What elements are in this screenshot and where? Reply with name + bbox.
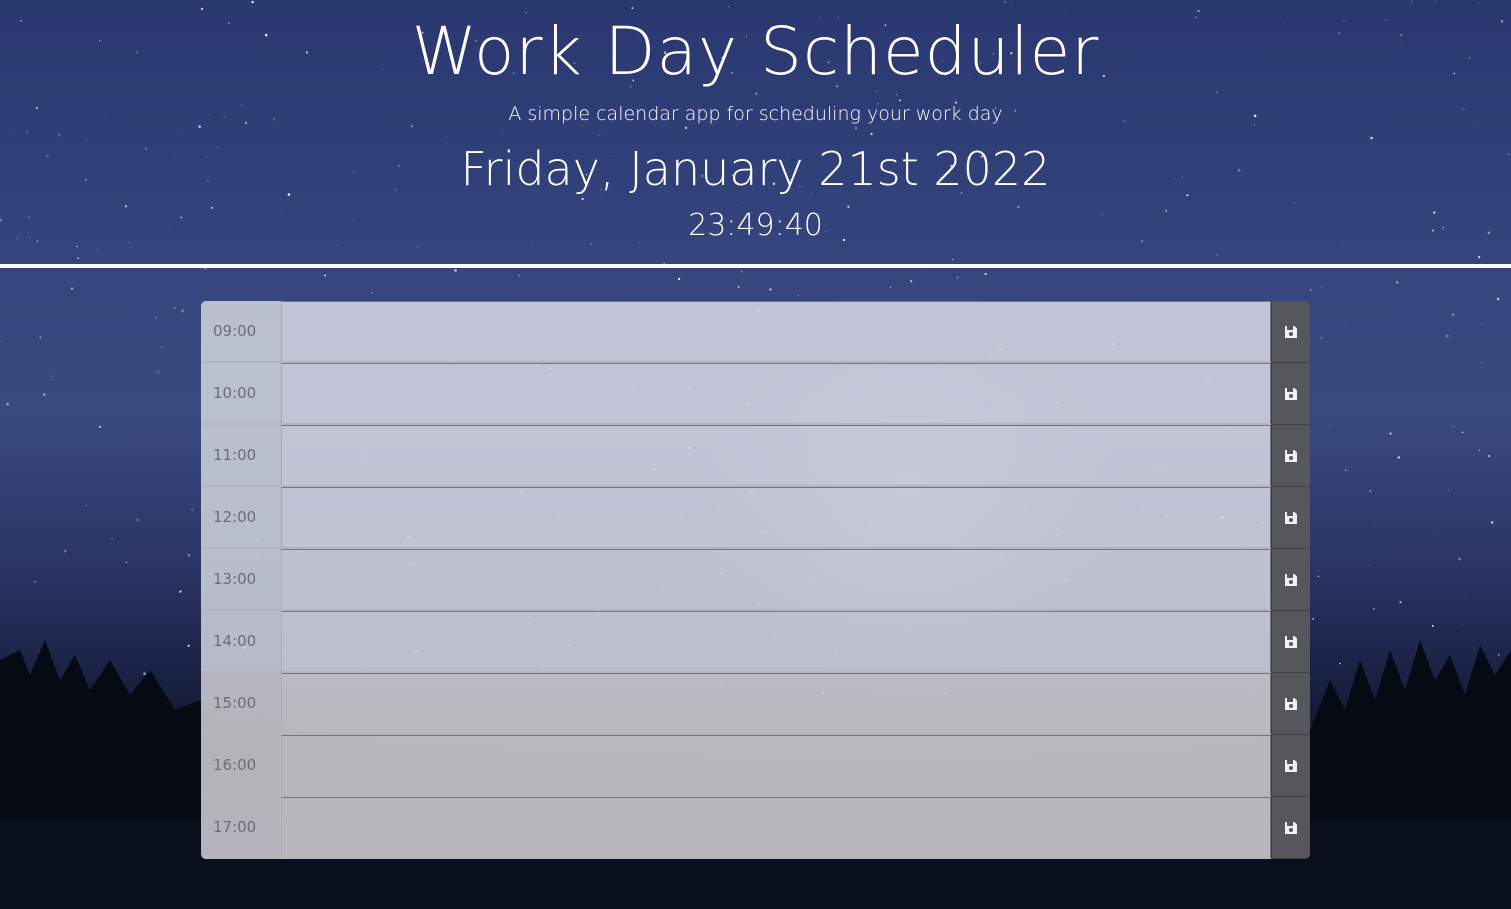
save-button[interactable] <box>1271 301 1310 363</box>
hour-label: 09:00 <box>201 301 281 363</box>
hour-label: 16:00 <box>201 735 281 797</box>
event-description-input[interactable] <box>281 363 1271 425</box>
page-title: Work Day Scheduler <box>411 13 1100 90</box>
hour-label: 14:00 <box>201 611 281 673</box>
page-header: Work Day Scheduler A simple calendar app… <box>0 0 1511 264</box>
event-description-input[interactable] <box>281 549 1271 611</box>
floppy-disk-icon <box>1284 635 1298 649</box>
hour-label: 11:00 <box>201 425 281 487</box>
time-block-row: 15:00 <box>201 673 1310 735</box>
time-block-row: 10:00 <box>201 363 1310 425</box>
time-block-row: 17:00 <box>201 797 1310 859</box>
save-button[interactable] <box>1271 425 1310 487</box>
page-subtitle: A simple calendar app for scheduling you… <box>508 103 1003 125</box>
event-description-input[interactable] <box>281 797 1271 859</box>
floppy-disk-icon <box>1284 821 1298 835</box>
floppy-disk-icon <box>1284 387 1298 401</box>
current-date: Friday, January 21st 2022 <box>460 142 1051 196</box>
time-block-row: 12:00 <box>201 487 1310 549</box>
floppy-disk-icon <box>1284 511 1298 525</box>
floppy-disk-icon <box>1284 449 1298 463</box>
hour-label: 15:00 <box>201 673 281 735</box>
time-block-row: 09:00 <box>201 301 1310 363</box>
floppy-disk-icon <box>1284 325 1298 339</box>
hour-label: 12:00 <box>201 487 281 549</box>
event-description-input[interactable] <box>281 487 1271 549</box>
time-block-row: 11:00 <box>201 425 1310 487</box>
save-button[interactable] <box>1271 797 1310 859</box>
floppy-disk-icon <box>1284 573 1298 587</box>
hour-label: 10:00 <box>201 363 281 425</box>
time-block-row: 16:00 <box>201 735 1310 797</box>
save-button[interactable] <box>1271 673 1310 735</box>
save-button[interactable] <box>1271 363 1310 425</box>
save-button[interactable] <box>1271 611 1310 673</box>
floppy-disk-icon <box>1284 697 1298 711</box>
hour-label: 13:00 <box>201 549 281 611</box>
time-block-row: 14:00 <box>201 611 1310 673</box>
save-button[interactable] <box>1271 549 1310 611</box>
event-description-input[interactable] <box>281 673 1271 735</box>
floppy-disk-icon <box>1284 759 1298 773</box>
current-time: 23:49:40 <box>688 208 823 243</box>
header-divider <box>0 264 1511 268</box>
scheduler-container: 09:00 10:00 11:00 12:00 13:00 14:00 15:0… <box>201 301 1310 859</box>
save-button[interactable] <box>1271 487 1310 549</box>
hour-label: 17:00 <box>201 797 281 859</box>
event-description-input[interactable] <box>281 425 1271 487</box>
event-description-input[interactable] <box>281 611 1271 673</box>
time-block-row: 13:00 <box>201 549 1310 611</box>
save-button[interactable] <box>1271 735 1310 797</box>
event-description-input[interactable] <box>281 735 1271 797</box>
event-description-input[interactable] <box>281 301 1271 363</box>
